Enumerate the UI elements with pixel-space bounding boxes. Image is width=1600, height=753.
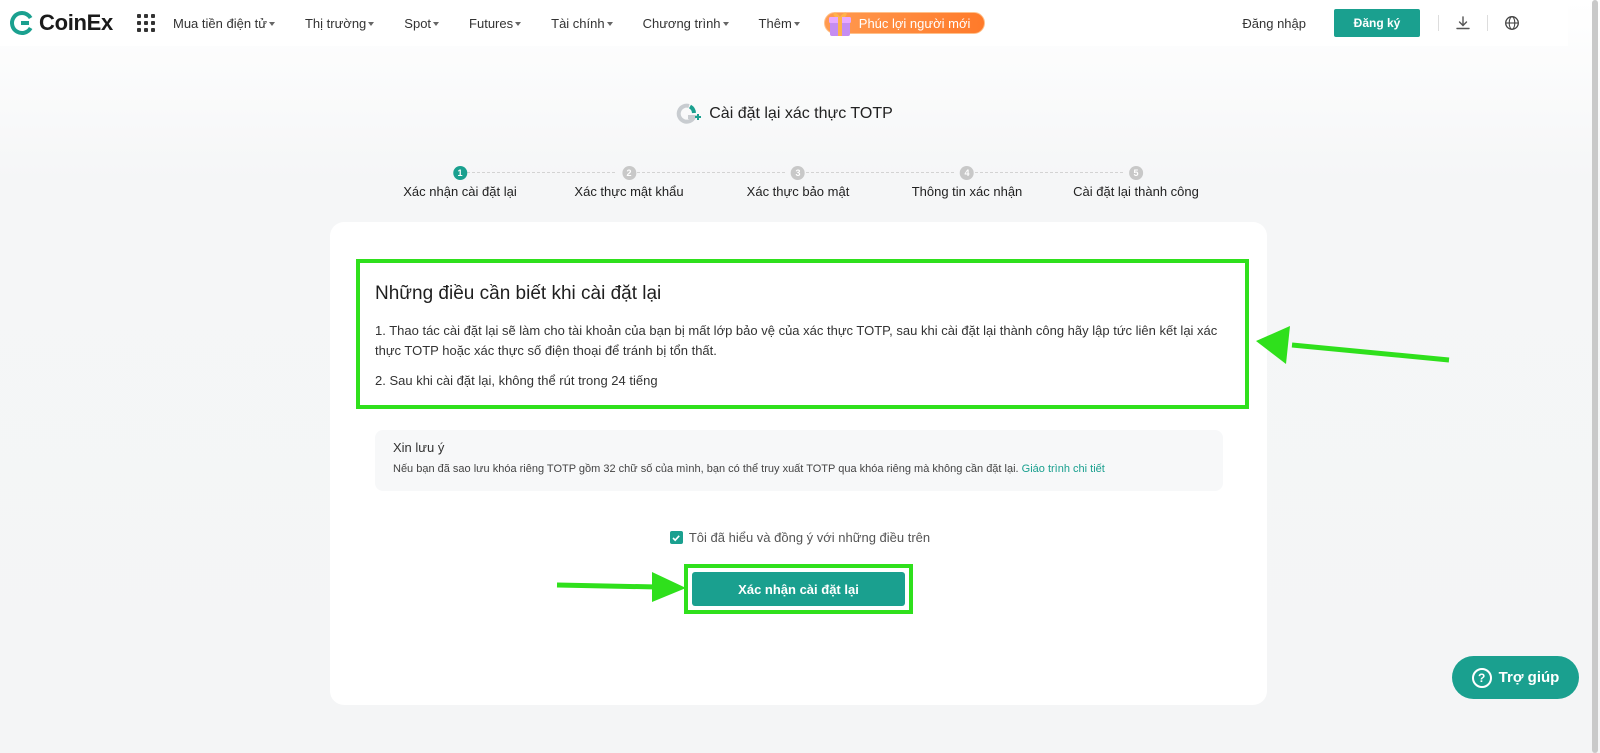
caret-down-icon xyxy=(433,22,440,26)
page-title: Cài đặt lại xác thực TOTP xyxy=(0,103,1568,125)
notice-item-1: 1. Thao tác cài đặt lại sẽ làm cho tài k… xyxy=(375,323,1218,358)
checkmark-icon xyxy=(672,534,681,541)
nav-item-buy-crypto[interactable]: Mua tiền điện tử xyxy=(173,16,275,31)
step-label: Cài đặt lại thành công xyxy=(1073,184,1199,199)
apps-grid-icon[interactable] xyxy=(137,14,155,32)
login-link[interactable]: Đăng nhập xyxy=(1242,16,1306,31)
step-label: Xác nhận cài đặt lại xyxy=(403,184,517,199)
globe-icon[interactable] xyxy=(1504,15,1520,31)
nav-label: Spot xyxy=(404,15,432,31)
download-icon[interactable] xyxy=(1455,15,1471,31)
agreement-checkbox[interactable] xyxy=(669,531,683,544)
step-password-verification: 2 Xác thực mật khẩu xyxy=(574,166,684,199)
step-label: Xác thực mật khẩu xyxy=(574,184,684,199)
confirm-reset-button[interactable]: Xác nhận cài đặt lại xyxy=(692,572,905,606)
tip-text: Nếu bạn đã sao lưu khóa riêng TOTP gồm 3… xyxy=(393,463,1205,475)
nav-label: Thêm xyxy=(758,15,792,31)
coinex-logo[interactable]: CoinEx xyxy=(9,10,113,36)
divider xyxy=(1438,15,1439,31)
nav-item-markets[interactable]: Thị trường xyxy=(304,15,375,31)
step-label: Xác thực bảo mật xyxy=(746,184,850,199)
step-reset-success: 5 Cài đặt lại thành công xyxy=(1073,166,1199,199)
step-security-verification: 3 Xác thực bảo mật xyxy=(746,166,850,199)
step-number: 1 xyxy=(453,166,467,180)
step-confirm-reset: 1 Xác nhận cài đặt lại xyxy=(403,166,517,199)
step-label: Thông tin xác nhận xyxy=(911,184,1023,199)
nav-label: Thị trường xyxy=(304,15,367,31)
new-user-rewards-button[interactable]: Phúc lợi người mới xyxy=(823,12,986,36)
header-actions: Đăng nhập Đăng ký xyxy=(1242,0,1568,46)
nav-item-programs[interactable]: Chương trình xyxy=(643,16,729,31)
brand-name: CoinEx xyxy=(39,10,113,35)
notice-item-2: 2. Sau khi cài đặt lại, không thể rút tr… xyxy=(375,373,658,388)
divider xyxy=(1487,15,1488,31)
agreement-label[interactable]: Tôi đã hiểu và đồng ý với những điều trê… xyxy=(689,530,930,545)
nav-label: Mua tiền điện tử xyxy=(173,15,267,31)
caret-down-icon xyxy=(515,22,522,26)
step-confirm-info: 4 Thông tin xác nhận xyxy=(911,166,1023,199)
nav-item-more[interactable]: Thêm xyxy=(759,16,800,31)
notice-title: Những điều cần biết khi cài đặt lại xyxy=(375,283,662,304)
confirm-button-highlight: Xác nhận cài đặt lại xyxy=(684,564,913,614)
help-label: Trợ giúp xyxy=(1498,669,1560,686)
step-number: 3 xyxy=(791,166,805,180)
main-nav: Mua tiền điện tử Thị trường Spot Futures… xyxy=(173,12,986,36)
caret-down-icon xyxy=(722,22,729,26)
register-button[interactable]: Đăng ký xyxy=(1334,9,1420,37)
nav-label: Tài chính xyxy=(551,15,605,31)
help-button[interactable]: ? Trợ giúp xyxy=(1452,656,1579,699)
step-number: 5 xyxy=(1128,166,1143,180)
step-number: 2 xyxy=(622,166,636,180)
step-number: 4 xyxy=(959,166,974,180)
tip-box: Xin lưu ý Nếu bạn đã sao lưu khóa riêng … xyxy=(375,430,1223,491)
promo-label: Phúc lợi người mới xyxy=(858,15,971,31)
nav-item-finance[interactable]: Tài chính xyxy=(551,15,613,31)
agreement-row: Tôi đã hiểu và đồng ý với những điều trê… xyxy=(0,530,1600,545)
caret-down-icon xyxy=(793,22,800,26)
nav-item-spot[interactable]: Spot xyxy=(404,15,440,31)
gift-icon xyxy=(828,12,851,36)
page-title-text: Cài đặt lại xác thực TOTP xyxy=(709,105,893,122)
coinex-logo-icon xyxy=(10,11,34,35)
nav-label: Chương trình xyxy=(642,15,721,31)
caret-down-icon xyxy=(268,22,275,26)
tip-title: Xin lưu ý xyxy=(393,440,445,455)
nav-label: Futures xyxy=(469,15,514,31)
caret-down-icon xyxy=(368,22,375,26)
caret-down-icon xyxy=(606,22,613,26)
tip-body: Nếu bạn đã sao lưu khóa riêng TOTP gồm 3… xyxy=(393,463,1019,475)
google-authenticator-icon xyxy=(677,103,702,124)
question-icon: ? xyxy=(1471,667,1492,688)
arrow-to-notice xyxy=(1256,326,1450,364)
top-navbar: CoinEx Mua tiền điện tử Thị trường Spot … xyxy=(0,0,1568,46)
scrollbar-thumb[interactable] xyxy=(1592,0,1598,753)
tutorial-link[interactable]: Giáo trình chi tiết xyxy=(1022,463,1105,475)
reset-notice-box: Những điều cần biết khi cài đặt lại 1. T… xyxy=(356,259,1249,409)
reset-steps: 1 Xác nhận cài đặt lại 2 Xác thực mật kh… xyxy=(0,166,1600,206)
nav-item-futures[interactable]: Futures xyxy=(469,15,522,31)
page-scrollbar[interactable] xyxy=(1568,0,1600,753)
